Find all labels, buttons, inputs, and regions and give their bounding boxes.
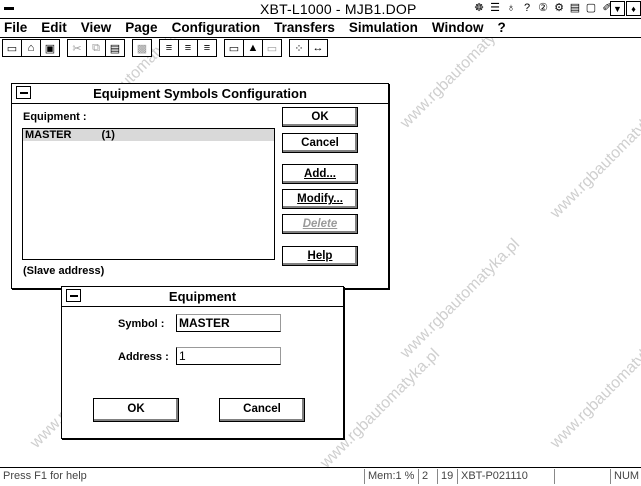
menu-bar: File Edit View Page Configuration Transf… [0,19,641,38]
watermark: www.rgbautomatyka.pl [547,325,641,452]
menu-edit[interactable]: Edit [34,19,74,37]
help-label: Help [307,250,333,262]
dialog-title-bar: Equipment Symbols Configuration [12,84,388,104]
menu-configuration[interactable]: Configuration [165,19,267,37]
list-item-address: (1) [101,129,115,141]
address-label: Address : [118,351,169,363]
add-label: Add... [304,168,336,180]
tool-icon[interactable]: ☸ [472,1,486,15]
menu-simulation[interactable]: Simulation [342,19,425,37]
dialog-title: Equipment [168,289,237,304]
status-bar: Press F1 for help Mem:1 % 2 19 XBT-P0211… [0,467,641,486]
window-controls: ▼ ♦ [610,1,641,16]
tool-icon[interactable]: ⚙ [552,1,566,15]
address-input[interactable] [176,347,281,365]
symbol-input[interactable] [176,314,281,332]
equipment-dialog: Equipment Symbol : Address : OK Cancel [61,286,344,439]
dialog-system-menu-icon[interactable] [66,289,81,302]
tool-icon[interactable]: ▢ [584,1,598,15]
rectangle-icon[interactable]: ▭ [224,39,244,57]
window-title: XBT-L1000 - MJB1.DOP [260,1,417,17]
new-icon[interactable]: ▭ [2,39,22,57]
field-icon[interactable]: ▭ [262,39,282,57]
toolbar: ▭ ⌂ ▣ ✂ ⧉ ▤ ▩ ≡ ≡ ≡ ▭ ▲ ▭ ⁘ ↔ [0,38,641,58]
dialog-title-bar: Equipment [62,287,343,307]
minimize-button[interactable]: ▼ [610,1,625,16]
tool-icon[interactable]: ② [536,1,550,15]
title-bar: XBT-L1000 - MJB1.DOP ☸ ☰ ♁ ? ② ⚙ ▤ ▢ ✐ ▼… [0,0,641,19]
dialog-system-menu-icon[interactable] [16,86,31,99]
status-memory: Mem:1 % [364,469,418,484]
equipment-symbols-dialog: Equipment Symbols Configuration Equipmen… [11,83,389,289]
status-num: NUM [610,469,641,484]
equipment-list[interactable]: MASTER (1) [22,128,275,260]
link-icon[interactable]: ↔ [308,39,328,57]
delete-icon[interactable]: ▩ [132,39,152,57]
align-right-icon[interactable]: ≡ [197,39,217,57]
modify-button[interactable]: Modify... [282,189,358,209]
title-toolbar: ☸ ☰ ♁ ? ② ⚙ ▤ ▢ ✐ [472,1,614,15]
status-terminal: XBT-P021110 [457,469,555,484]
delete-label: Delete [302,218,338,230]
status-field-2: 2 [418,469,436,484]
cut-icon[interactable]: ✂ [67,39,87,57]
status-help-text: Press F1 for help [3,470,87,482]
tool-icon[interactable]: ▤ [568,1,582,15]
dialog-title: Equipment Symbols Configuration [93,86,307,101]
menu-file[interactable]: File [0,19,34,37]
triangle-icon[interactable]: ▲ [243,39,263,57]
help-button[interactable]: Help [282,246,358,266]
align-left-icon[interactable]: ≡ [159,39,179,57]
open-icon[interactable]: ⌂ [21,39,41,57]
modify-label: Modify... [297,193,343,205]
symbol-label: Symbol : [118,318,165,330]
align-center-icon[interactable]: ≡ [178,39,198,57]
save-icon[interactable]: ▣ [40,39,60,57]
menu-transfers[interactable]: Transfers [267,19,342,37]
watermark: www.rgbautomatyka.pl [397,235,524,362]
ok-button[interactable]: OK [93,398,179,422]
list-item[interactable]: MASTER (1) [23,129,274,141]
tool-icon[interactable]: ♁ [504,1,518,15]
watermark: www.rgbautomatyka.pl [547,95,641,222]
menu-page[interactable]: Page [118,19,164,37]
copy-icon[interactable]: ⧉ [86,39,106,57]
delete-button[interactable]: Delete [282,214,358,234]
ok-button[interactable]: OK [282,107,358,127]
grid-icon[interactable]: ⁘ [289,39,309,57]
add-button[interactable]: Add... [282,164,358,184]
status-field-3: 19 [437,469,459,484]
menu-window[interactable]: Window [425,19,491,37]
system-menu-icon[interactable] [2,2,16,15]
menu-help[interactable]: ? [491,19,513,37]
paste-icon[interactable]: ▤ [105,39,125,57]
tool-icon[interactable]: ☰ [488,1,502,15]
restore-button[interactable]: ♦ [626,1,641,16]
menu-view[interactable]: View [74,19,119,37]
cancel-button[interactable]: Cancel [219,398,305,422]
list-item-name: MASTER [25,129,72,141]
slave-address-note: (Slave address) [23,265,105,277]
cancel-button[interactable]: Cancel [282,133,358,153]
equipment-label: Equipment : [23,111,87,123]
status-empty [554,469,588,484]
help-icon[interactable]: ? [520,1,534,15]
